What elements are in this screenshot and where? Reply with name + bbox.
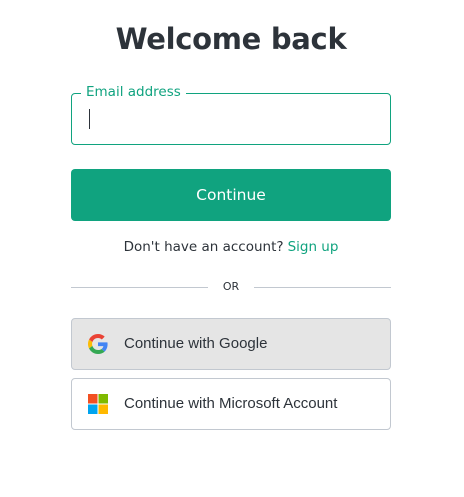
google-button-label: Continue with Google — [124, 335, 268, 352]
email-field[interactable] — [72, 94, 390, 144]
divider-line-right — [254, 287, 391, 288]
signup-row: Don't have an account? Sign up — [0, 237, 462, 257]
microsoft-icon — [88, 394, 108, 414]
signup-link[interactable]: Sign up — [288, 239, 339, 255]
microsoft-button-label: Continue with Microsoft Account — [124, 395, 338, 412]
continue-with-google-button[interactable]: Continue with Google — [71, 318, 391, 370]
text-caret — [89, 109, 90, 129]
page-title: Welcome back — [115, 22, 347, 56]
or-divider: OR — [71, 277, 391, 297]
email-field-container[interactable]: Email address — [71, 83, 391, 145]
continue-button[interactable]: Continue — [71, 169, 391, 221]
login-page: Welcome back Email address Continue Don'… — [0, 0, 464, 497]
google-icon — [88, 334, 108, 354]
signup-prompt: Don't have an account? — [123, 239, 284, 255]
continue-with-microsoft-button[interactable]: Continue with Microsoft Account — [71, 378, 391, 430]
